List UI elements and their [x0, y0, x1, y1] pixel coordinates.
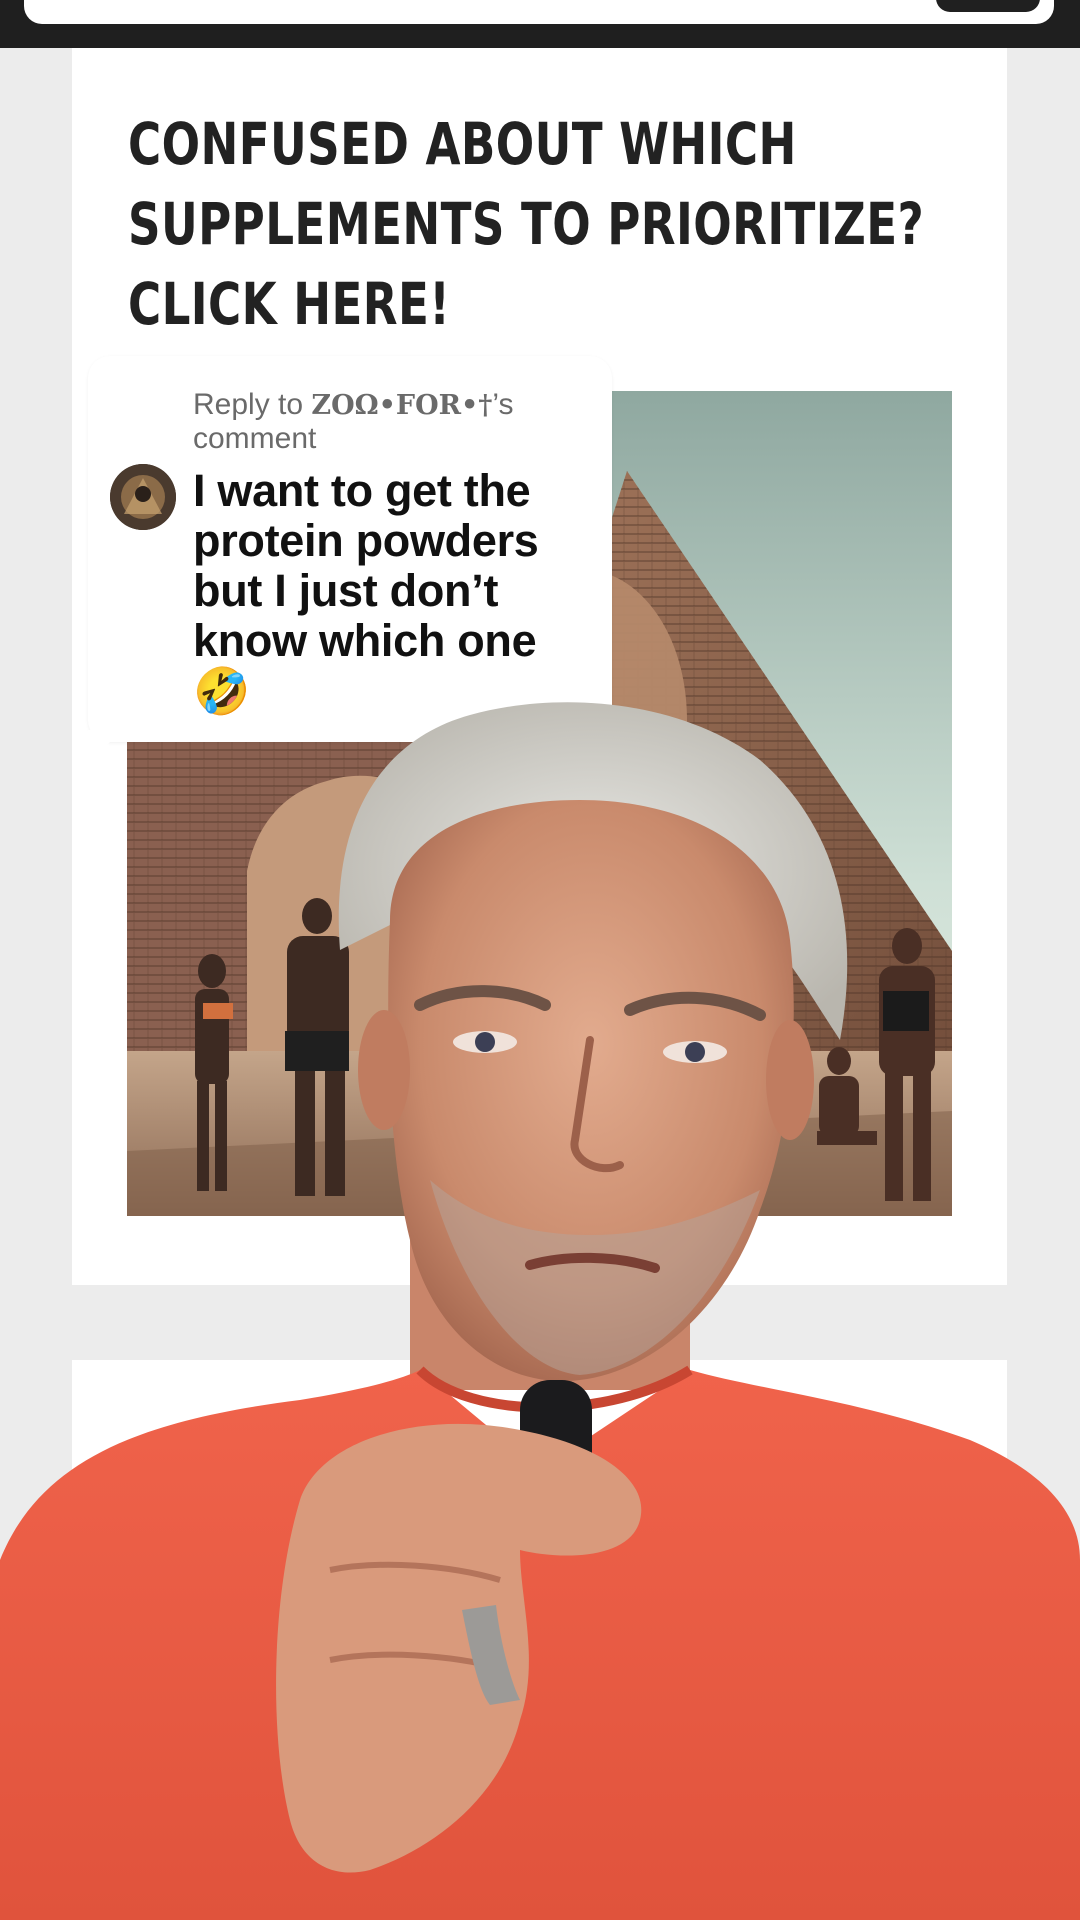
- address-bar[interactable]: [24, 0, 1054, 24]
- reply-comment-text: I want to get the protein powders but I …: [193, 466, 593, 717]
- laughing-emoji-icon: 🤣: [193, 665, 250, 717]
- article-headline[interactable]: CONFUSED ABOUT WHICH SUPPLEMENTS TO PRIO…: [128, 104, 963, 344]
- screen: CONFUSED ABOUT WHICH SUPPLEMENTS TO PRIO…: [0, 0, 1080, 1920]
- article-card-next[interactable]: PROTE: [72, 1360, 1007, 1920]
- reply-prefix: Reply to: [193, 388, 312, 421]
- commenter-avatar[interactable]: [110, 464, 176, 530]
- comment-body: I want to get the protein powders but I …: [193, 465, 539, 666]
- reply-comment-sticker[interactable]: Reply to ΖΟΩ•FOR•†’s comment I want to g…: [88, 356, 612, 742]
- address-bar-action-button[interactable]: [936, 0, 1040, 12]
- reply-sticker-tail: [88, 730, 122, 764]
- reply-username[interactable]: ΖΟΩ•FOR•†: [311, 390, 492, 421]
- next-article-headline[interactable]: PROTE: [128, 1420, 296, 1500]
- browser-top-bar: [0, 0, 1080, 48]
- reply-header: Reply to ΖΟΩ•FOR•†’s comment: [193, 388, 573, 455]
- avatar-image: [110, 464, 176, 530]
